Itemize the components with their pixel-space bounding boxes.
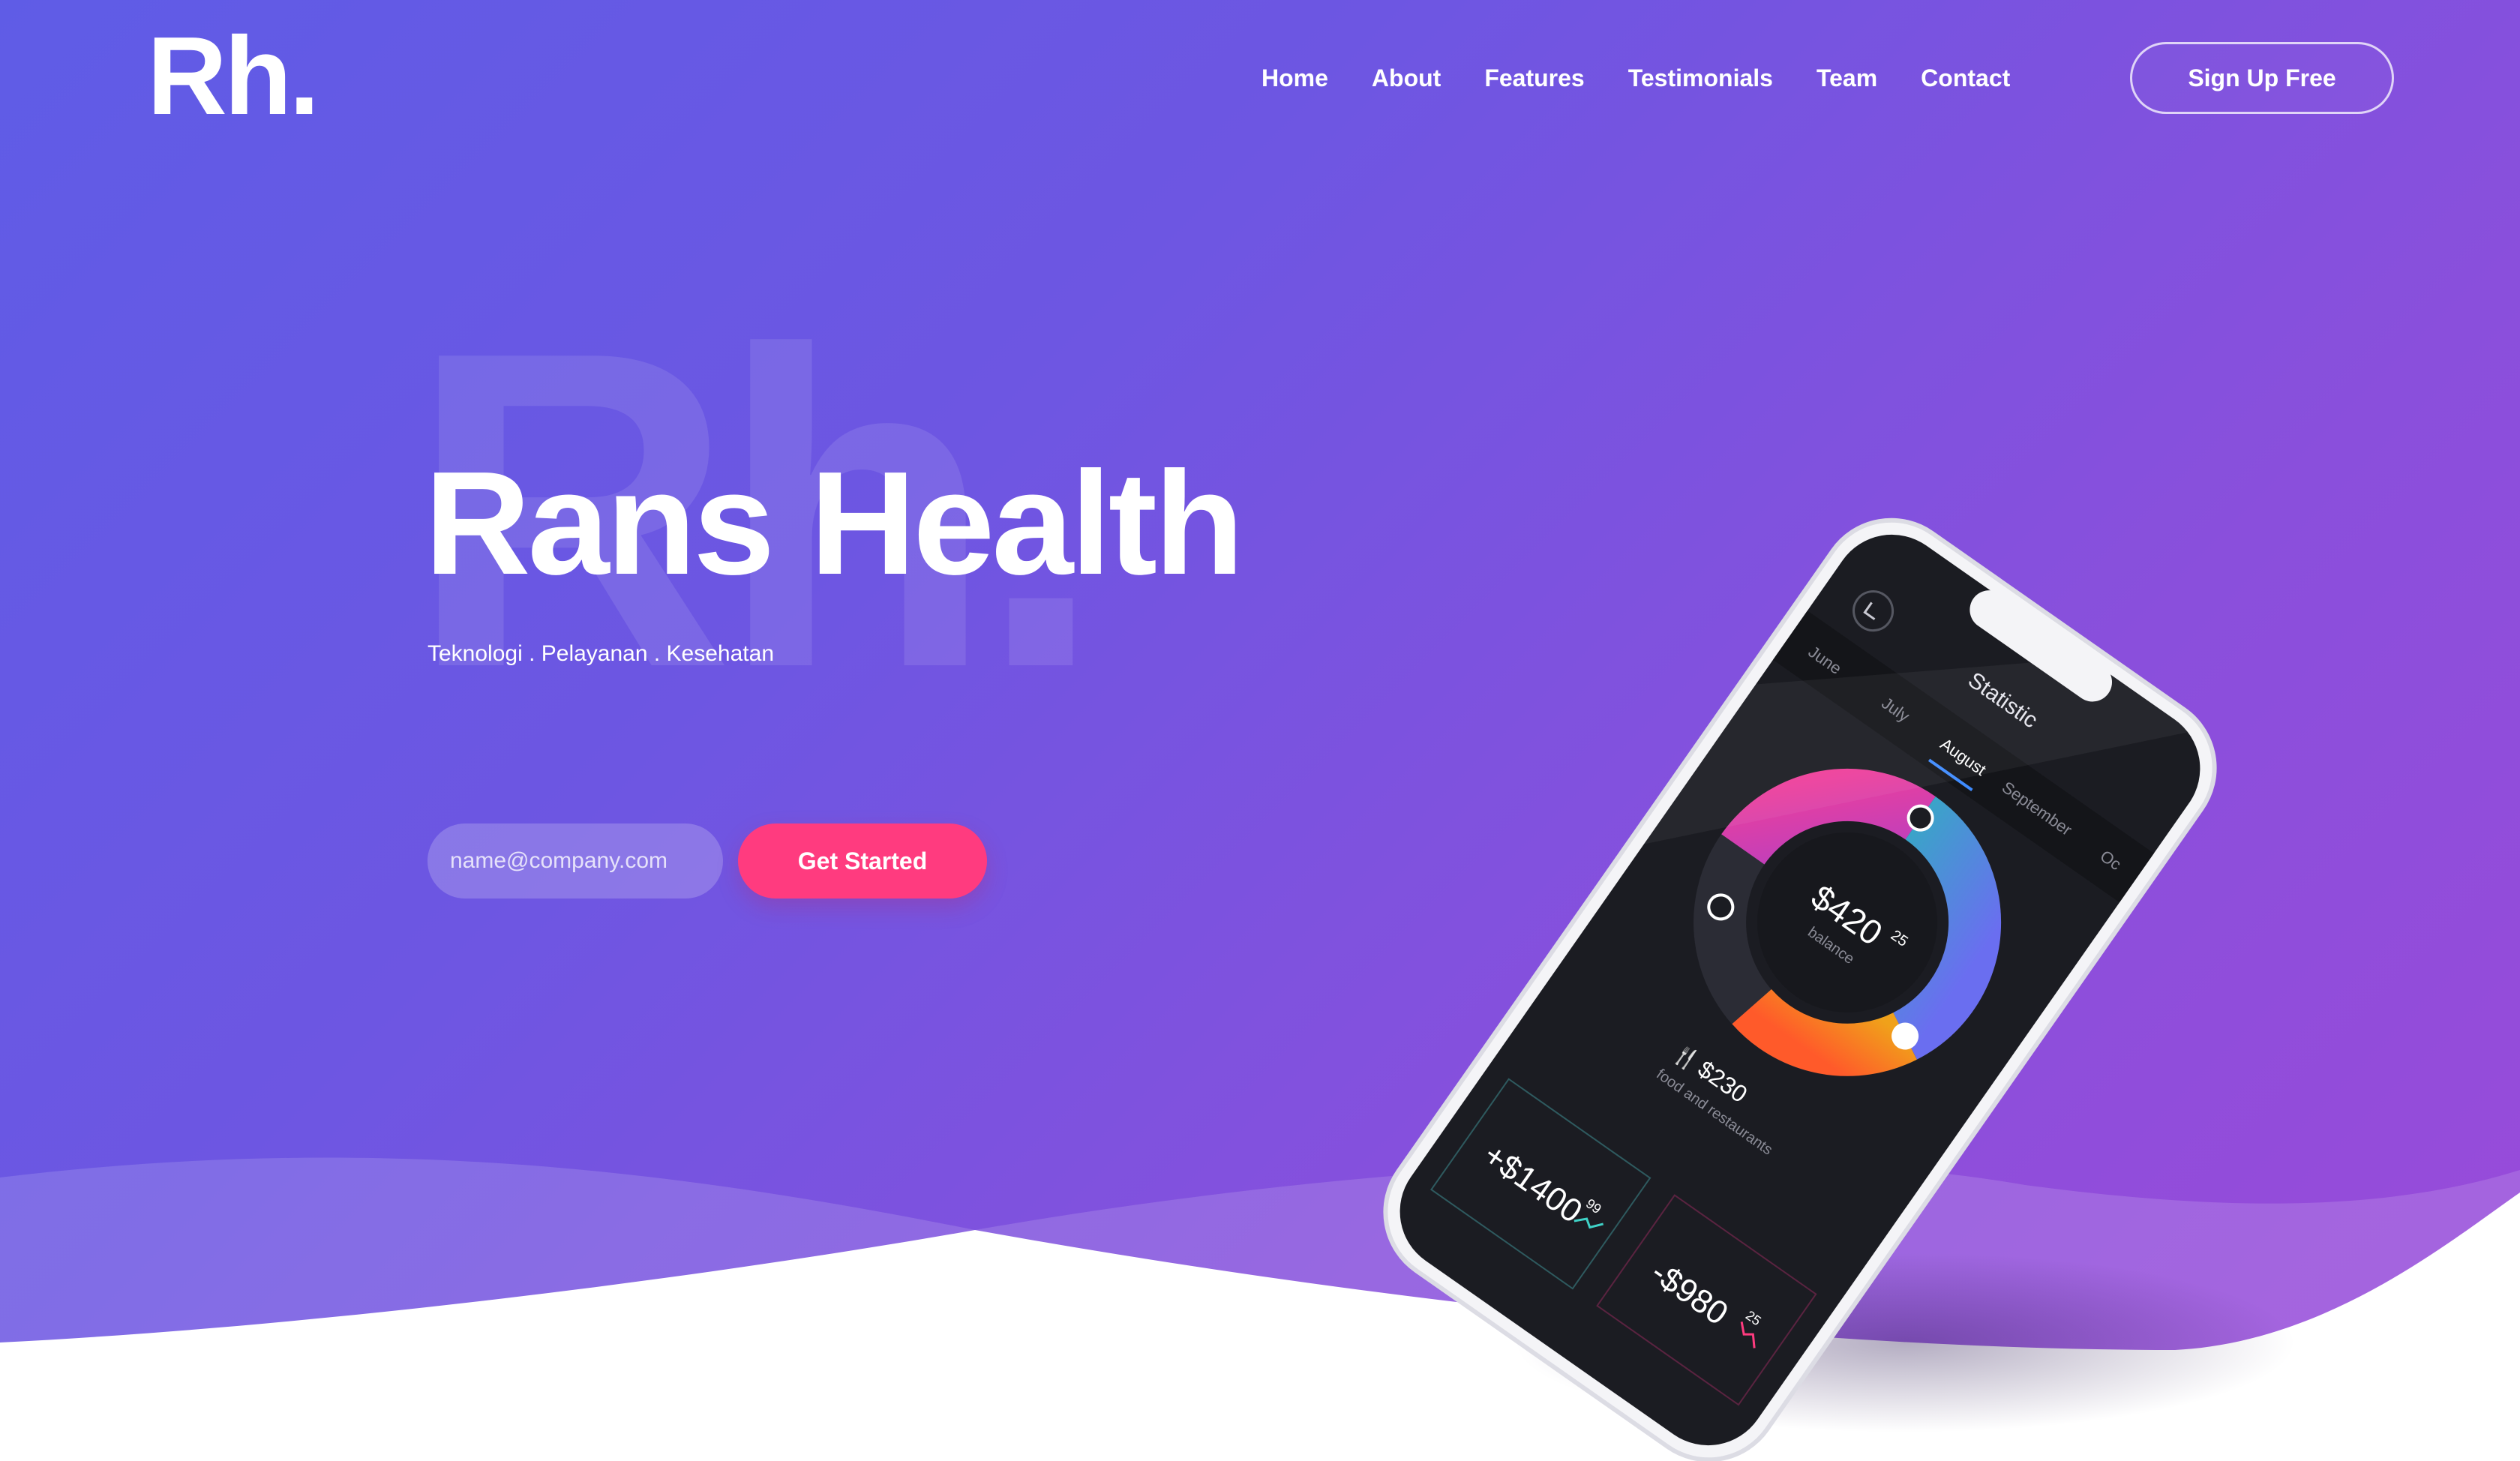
nav-item-features[interactable]: Features [1484, 62, 1584, 94]
signup-button[interactable]: Sign Up Free [2130, 42, 2394, 114]
nav-item-testimonials[interactable]: Testimonials [1628, 62, 1773, 94]
page-title: Rans Health [424, 441, 1244, 605]
nav-item-about[interactable]: About [1372, 62, 1441, 94]
phone-mockup: Statistic June July August September Oc … [1383, 518, 2295, 1461]
email-input[interactable] [428, 824, 723, 898]
nav-item-contact[interactable]: Contact [1921, 62, 2010, 94]
nav-item-team[interactable]: Team [1816, 62, 1877, 94]
nav-item-home[interactable]: Home [1262, 62, 1328, 94]
brand-logo[interactable]: Rh. [147, 21, 320, 132]
get-started-button[interactable]: Get Started [738, 824, 987, 898]
hero-subtitle: Teknologi . Pelayanan . Kesehatan [428, 641, 774, 666]
main-nav: Home About Features Testimonials Team Co… [1262, 62, 2010, 94]
